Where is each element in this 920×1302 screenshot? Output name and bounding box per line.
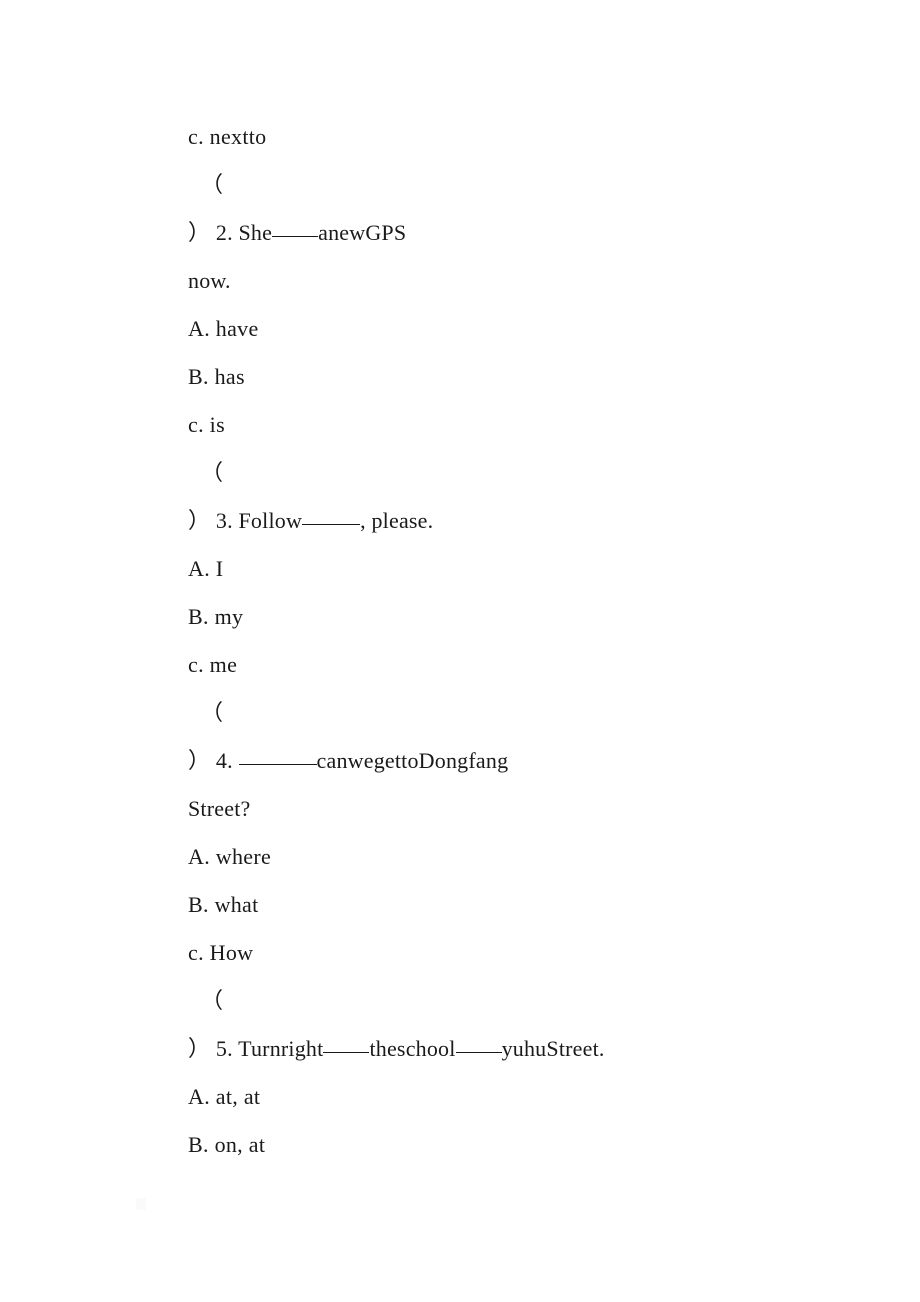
question-4-option-c: c. How	[188, 940, 254, 965]
question-2-option-a: A. have	[188, 316, 259, 341]
question-5-blank-1[interactable]	[323, 1035, 370, 1053]
question-3-option-a: A. I	[188, 556, 224, 581]
answer-bracket-open: （	[201, 700, 224, 725]
question-5-stem-prefix: ） 5. Turnright	[188, 1036, 324, 1061]
question-4-stem-suffix: canwegettoDongfang	[316, 748, 509, 773]
question-5-stem-suffix: yuhuStreet.	[501, 1036, 605, 1061]
question-3-blank[interactable]	[302, 507, 361, 525]
question-3-stem-suffix: , please.	[360, 508, 434, 533]
document-text-column: c. nextto （ ） 2. She anewGPS now. A. have…	[188, 113, 808, 1169]
question-2-stem-prefix: ） 2. She	[188, 220, 273, 245]
question-5-blank-2[interactable]	[455, 1035, 502, 1053]
question-5-option-b: B. on, at	[188, 1132, 266, 1157]
question-4-stem-prefix: ） 4.	[188, 748, 239, 773]
page-artifact-mark	[136, 1198, 146, 1210]
question-5-stem-middle: theschool	[369, 1036, 456, 1061]
question-2-blank[interactable]	[272, 219, 319, 237]
answer-bracket-open: （	[201, 988, 224, 1013]
question-2-stem-suffix: anewGPS	[318, 220, 407, 245]
option-line: c. nextto	[188, 124, 267, 149]
question-5-option-a: A. at, at	[188, 1084, 261, 1109]
question-2-option-c: c. is	[188, 412, 225, 437]
question-4-blank[interactable]	[238, 747, 317, 765]
document-page: c. nextto （ ） 2. She anewGPS now. A. have…	[0, 0, 920, 1302]
question-5-stem: ） 5. Turnright theschool yuhuStreet.	[188, 1025, 808, 1073]
question-4-option-a: A. where	[188, 844, 272, 869]
question-3-stem: ） 3. Follow , please.	[188, 497, 808, 545]
question-2-option-b: B. has	[188, 364, 245, 389]
answer-bracket-open: （	[201, 460, 224, 485]
question-3-option-b: B. my	[188, 604, 244, 629]
question-4-stem-continuation: Street?	[188, 796, 251, 821]
question-4-stem: ） 4. canwegettoDongfang	[188, 737, 808, 785]
question-4-option-b: B. what	[188, 892, 259, 917]
question-3-option-c: c. me	[188, 652, 238, 677]
question-2-stem: ） 2. She anewGPS	[188, 209, 808, 257]
question-2-stem-continuation: now.	[188, 268, 231, 293]
question-3-stem-prefix: ） 3. Follow	[188, 508, 303, 533]
answer-bracket-open: （	[201, 172, 224, 197]
